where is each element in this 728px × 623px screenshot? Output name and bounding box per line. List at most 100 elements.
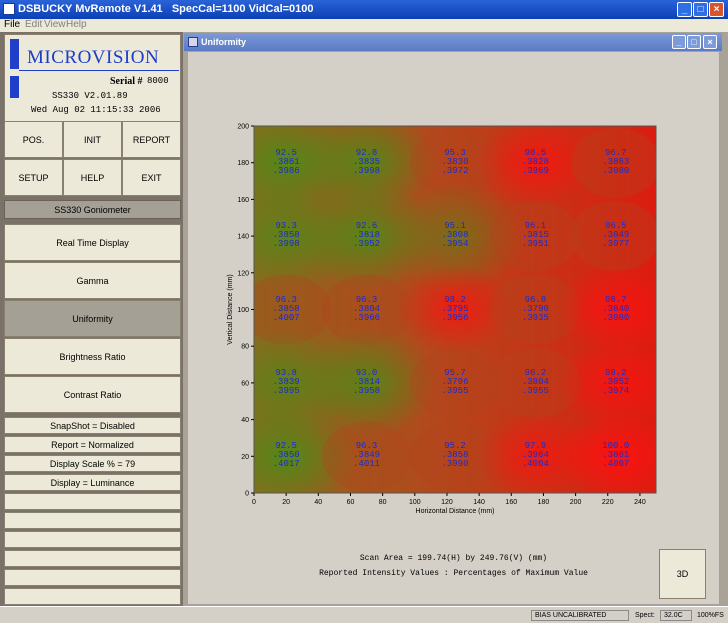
init-button[interactable]: INIT xyxy=(63,121,122,158)
exit-button[interactable]: EXIT xyxy=(122,159,181,196)
uniformity-window-titlebar: Uniformity _ □ × xyxy=(184,33,722,51)
report-mode-toggle[interactable]: Report = Normalized xyxy=(4,436,181,453)
cell-chromaticity: .3980 xyxy=(602,312,630,323)
close-icon[interactable]: × xyxy=(709,2,724,17)
cell-chromaticity: .3977 xyxy=(602,239,630,250)
setup-button[interactable]: SETUP xyxy=(4,159,63,196)
pos-button[interactable]: POS. xyxy=(4,121,63,158)
fullscale-status: 100%FS xyxy=(697,612,724,619)
maximize-icon[interactable]: □ xyxy=(693,2,708,17)
y-tick-label: 200 xyxy=(237,124,249,131)
cell-chromaticity: .3998 xyxy=(272,239,300,250)
cell-value: 95.2.3858.3990 xyxy=(435,442,475,469)
x-tick-label: 160 xyxy=(505,499,517,506)
bias-status: BIAS UNCALIBRATED xyxy=(531,610,629,621)
x-tick-label: 120 xyxy=(441,499,453,506)
cell-value: 96.5.3849.3977 xyxy=(596,222,636,249)
cell-chromaticity: .3969 xyxy=(521,165,549,176)
cell-chromaticity: .3952 xyxy=(353,239,381,250)
spect-value: 32.0C xyxy=(660,610,692,621)
y-axis-label: Vertical Distance (mm) xyxy=(227,274,234,344)
cell-chromaticity: .3974 xyxy=(602,385,630,396)
x-tick-label: 20 xyxy=(282,499,290,506)
serial-label: Serial # xyxy=(110,76,143,87)
menu-view[interactable]: View xyxy=(44,19,66,30)
y-tick-label: 60 xyxy=(241,380,249,387)
menu-file[interactable]: File xyxy=(4,19,20,30)
child-close-icon[interactable]: × xyxy=(703,35,717,49)
spect-label: Spect: xyxy=(635,612,655,619)
x-tick-label: 40 xyxy=(314,499,322,506)
y-tick-label: 40 xyxy=(241,417,249,424)
app-icon[interactable] xyxy=(3,3,15,15)
scan-area-caption: Scan Area = 199.74(H) by 249.76(V) (mm) xyxy=(359,554,548,563)
child-minimize-icon[interactable]: _ xyxy=(672,35,686,49)
y-tick-label: 0 xyxy=(245,491,249,498)
date-time: Wed Aug 02 11:15:33 2006 xyxy=(31,105,161,115)
cell-chromaticity: .3956 xyxy=(441,312,469,323)
cell-value: 92.5.3850.4017 xyxy=(266,442,306,469)
cell-chromaticity: .3986 xyxy=(272,165,300,176)
cell-value: 95.1.3808.3954 xyxy=(435,222,475,249)
contrast-ratio-button[interactable]: Contrast Ratio xyxy=(4,376,181,413)
x-axis-label: Horizontal Distance (mm) xyxy=(416,508,495,515)
help-button[interactable]: HELP xyxy=(63,159,122,196)
cell-value: 93.0.3814.3958 xyxy=(347,368,387,396)
window-icon xyxy=(188,37,198,47)
uniformity-button[interactable]: Uniformity xyxy=(4,300,181,337)
company-logo: MICROVISION xyxy=(27,47,160,68)
logo-bar-bottom xyxy=(10,76,19,98)
cell-value: 93.8.3839.3995 xyxy=(266,368,306,396)
cell-chromaticity: .3972 xyxy=(441,165,469,176)
cell-chromaticity: .4004 xyxy=(521,459,549,470)
y-tick-label: 160 xyxy=(237,197,249,204)
x-tick-label: 220 xyxy=(602,499,614,506)
empty-row xyxy=(4,550,181,567)
cell-chromaticity: .4011 xyxy=(353,459,381,470)
y-tick-label: 120 xyxy=(237,270,249,277)
x-tick-label: 200 xyxy=(570,499,582,506)
cell-chromaticity: .3935 xyxy=(521,312,549,323)
cell-value: 98.2.3852.3974 xyxy=(596,368,636,396)
cell-value: 96.3.3804.3966 xyxy=(347,295,387,323)
gamma-button[interactable]: Gamma xyxy=(4,262,181,299)
status-bar: BIAS UNCALIBRATED Spect: 32.0C 100%FS xyxy=(0,606,728,623)
x-tick-label: 240 xyxy=(634,499,646,506)
cell-chromaticity: .4017 xyxy=(272,459,300,470)
cell-value: 96.7.3863.3980 xyxy=(596,148,636,176)
cell-value: 100.0.3861.4007 xyxy=(596,442,636,469)
cell-value: 96.1.3815.3951 xyxy=(515,222,555,249)
real-time-display-button[interactable]: Real Time Display xyxy=(4,224,181,261)
cell-chromaticity: .3995 xyxy=(272,385,300,396)
x-tick-label: 80 xyxy=(379,499,387,506)
cell-value: 95.3.3830.3972 xyxy=(435,148,475,176)
cell-chromaticity: .3955 xyxy=(521,385,549,396)
menu-edit[interactable]: Edit xyxy=(25,19,42,30)
child-window-title: Uniformity xyxy=(201,37,246,47)
empty-row xyxy=(4,588,181,605)
cell-chromaticity: .3990 xyxy=(441,459,469,470)
cell-value: 95.7.3796.3955 xyxy=(435,368,475,396)
cell-chromaticity: .3955 xyxy=(441,385,469,396)
cell-chromaticity: .3958 xyxy=(353,385,381,396)
display-mode-toggle[interactable]: Display = Luminance xyxy=(4,474,181,491)
child-maximize-icon[interactable]: □ xyxy=(687,35,701,49)
y-tick-label: 140 xyxy=(237,234,249,241)
menu-help[interactable]: Help xyxy=(66,19,87,30)
3d-view-button[interactable]: 3D xyxy=(659,549,706,599)
cell-value: 96.8.3790.3935 xyxy=(515,295,555,323)
display-scale-control[interactable]: Display Scale % = 79 xyxy=(4,455,181,472)
empty-row xyxy=(4,569,181,586)
cell-value: 96.2.3804.3955 xyxy=(515,368,555,396)
brightness-ratio-button[interactable]: Brightness Ratio xyxy=(4,338,181,375)
x-tick-label: 0 xyxy=(252,499,256,506)
window-title: DSBUCKY MvRemote V1.41 SpecCal=1100 VidC… xyxy=(18,3,314,15)
cell-value: 92.6.3818.3952 xyxy=(347,222,387,249)
menu-bar: File Edit View Help xyxy=(0,19,728,32)
minimize-icon[interactable]: _ xyxy=(677,2,692,17)
snapshot-toggle[interactable]: SnapShot = Disabled xyxy=(4,417,181,434)
control-panel: MICROVISION Serial # 8000 SS330 V2.01.89… xyxy=(0,32,183,606)
cell-value: 93.3.3858.3998 xyxy=(266,222,306,249)
report-button[interactable]: REPORT xyxy=(122,121,181,158)
empty-row xyxy=(4,493,181,510)
